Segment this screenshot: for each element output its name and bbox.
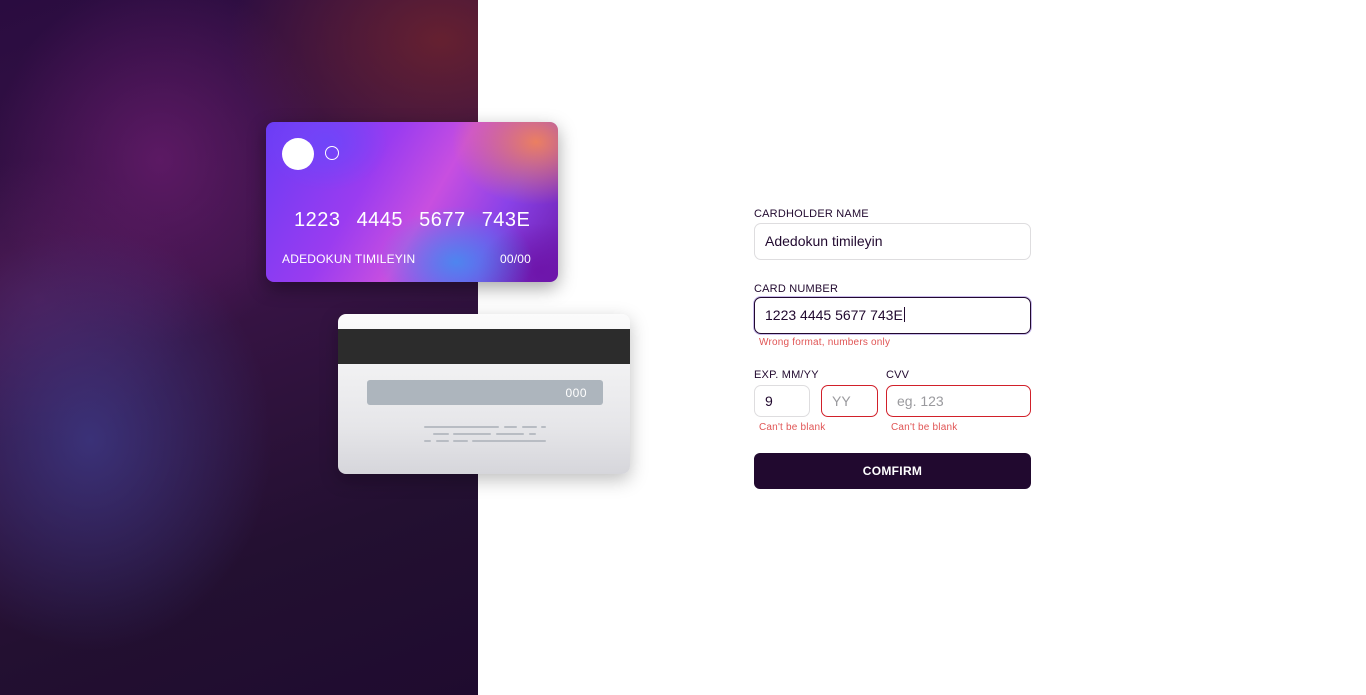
fine-print-line bbox=[436, 440, 449, 442]
card-number-error: Wrong format, numbers only bbox=[759, 337, 891, 348]
fine-print-line bbox=[453, 440, 468, 442]
card-number-group: 4445 bbox=[356, 209, 404, 231]
card-number-value: 1223 4445 5677 743E bbox=[765, 307, 903, 323]
card-back: 000 bbox=[338, 314, 630, 474]
expiry-error: Can't be blank bbox=[759, 422, 826, 433]
card-number-group: 5677 bbox=[419, 209, 466, 231]
signature-strip: 000 bbox=[367, 380, 603, 405]
fine-print-line bbox=[522, 426, 537, 428]
fine-print-line bbox=[424, 440, 431, 442]
text-cursor bbox=[903, 307, 905, 322]
fine-print-line bbox=[504, 426, 517, 428]
expiry-year-input[interactable]: YY bbox=[821, 385, 878, 417]
fine-print-line bbox=[541, 426, 546, 428]
card-number-input[interactable]: 1223 4445 5677 743E bbox=[754, 297, 1031, 334]
magnetic-stripe bbox=[338, 329, 630, 364]
card-front-number: 1223 4445 5677 743E bbox=[294, 209, 530, 232]
card-number-group: 1223 bbox=[294, 209, 341, 231]
fine-print-line bbox=[529, 433, 536, 435]
card-logo-circle-small bbox=[325, 146, 339, 160]
fine-print-line bbox=[453, 433, 491, 435]
cvc-input[interactable]: eg. 123 bbox=[886, 385, 1031, 417]
fine-print-line bbox=[424, 426, 499, 428]
card-logo-circle-large bbox=[282, 138, 314, 170]
confirm-button[interactable]: COMFIRM bbox=[754, 453, 1031, 489]
cvc-error: Can't be blank bbox=[891, 422, 958, 433]
card-front-expiry: 00/00 bbox=[499, 252, 531, 266]
expiry-month-input[interactable]: 9 bbox=[754, 385, 810, 417]
fine-print-line bbox=[472, 440, 546, 442]
card-back-cvv: 000 bbox=[565, 386, 587, 400]
cardholder-name-input[interactable]: Adedokun timileyin bbox=[754, 223, 1031, 260]
card-number-label: CARD NUMBER bbox=[754, 283, 839, 295]
card-front-holder-name: ADEDOKUN TIMILEYIN bbox=[282, 252, 416, 266]
fine-print-line bbox=[433, 433, 449, 435]
cardholder-name-label: CARDHOLDER NAME bbox=[754, 208, 869, 220]
cvc-label: CVV bbox=[886, 369, 910, 381]
fine-print-line bbox=[496, 433, 524, 435]
card-number-group: 743E bbox=[481, 209, 531, 231]
expiry-label: EXP. MM/YY bbox=[754, 369, 819, 381]
card-front: 1223 4445 5677 743E ADEDOKUN TIMILEYIN 0… bbox=[266, 122, 558, 282]
